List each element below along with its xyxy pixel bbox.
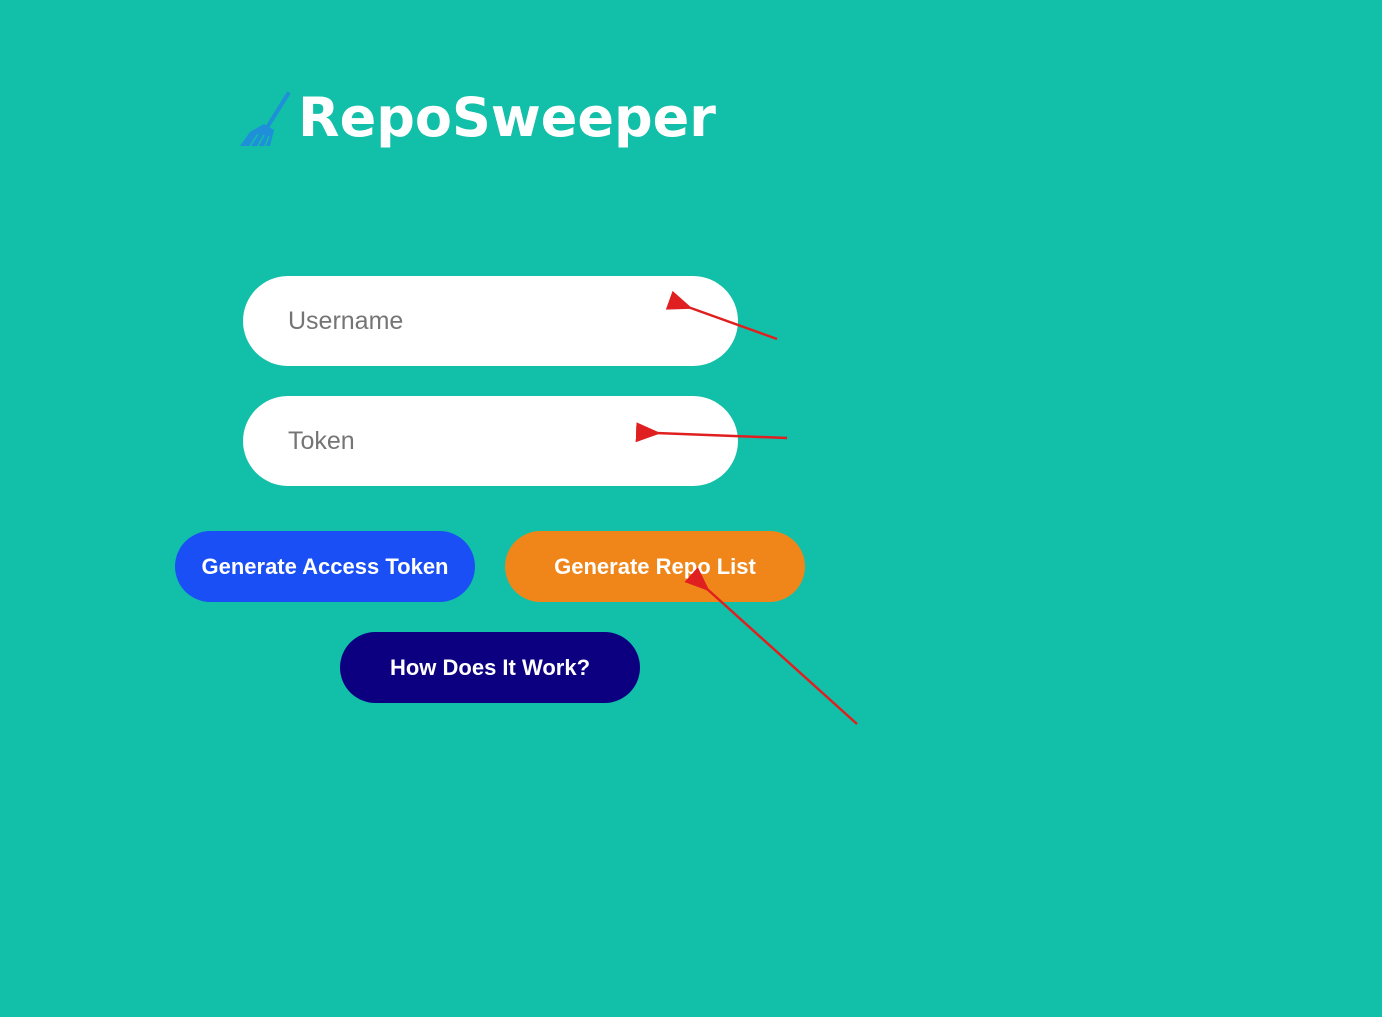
logo-text: RepoSweeper — [298, 86, 716, 149]
generate-repo-list-button[interactable]: Generate Repo List — [505, 531, 805, 602]
generate-access-token-button[interactable]: Generate Access Token — [175, 531, 475, 602]
red-arrow-icon — [684, 567, 858, 725]
username-input[interactable] — [243, 276, 738, 366]
page: RepoSweeper Generate Access Token Genera… — [0, 0, 1382, 1017]
token-input[interactable] — [243, 396, 738, 486]
broom-icon — [236, 88, 292, 148]
how-does-it-work-button[interactable]: How Does It Work? — [340, 632, 640, 703]
annotation-layer — [635, 290, 858, 725]
logo: RepoSweeper — [236, 88, 716, 148]
